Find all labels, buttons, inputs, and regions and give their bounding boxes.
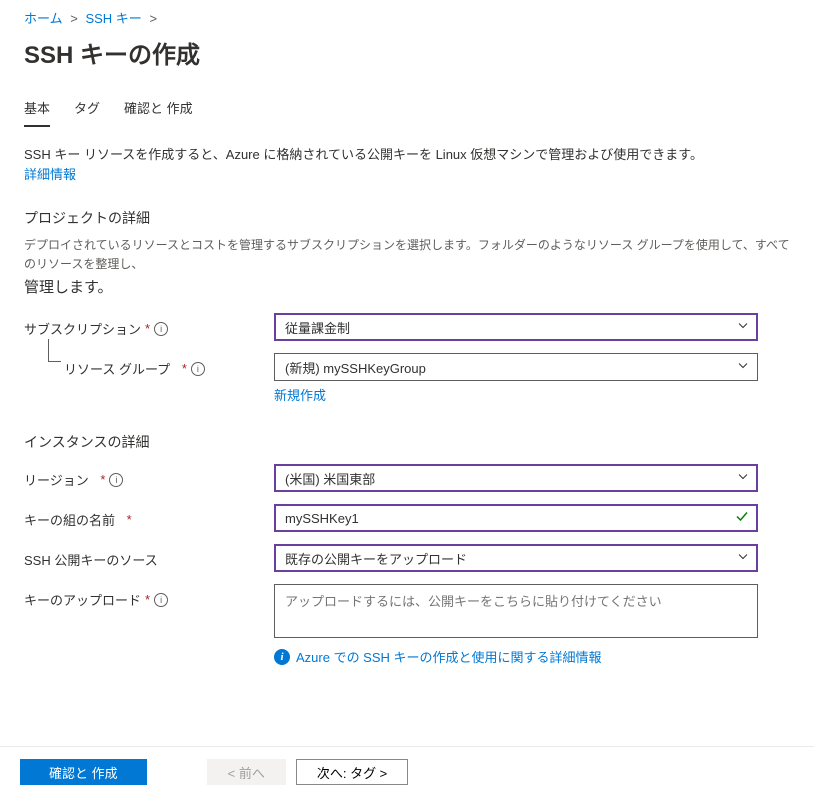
key-source-select[interactable]: 既存の公開キーをアップロード xyxy=(274,544,758,572)
instance-details-header: インスタンスの詳細 xyxy=(24,432,790,452)
chevron-down-icon xyxy=(737,320,749,335)
info-icon[interactable]: i xyxy=(154,322,168,336)
chevron-down-icon xyxy=(737,551,749,566)
tab-basic[interactable]: 基本 xyxy=(24,90,50,127)
resource-group-select[interactable]: (新規) mySSHKeyGroup xyxy=(274,353,758,381)
tabs: 基本 タグ 確認と 作成 xyxy=(0,90,814,127)
key-upload-label: キーのアップロード* i xyxy=(24,584,274,609)
subscription-label: サブスクリプション* i xyxy=(24,313,274,338)
breadcrumb-home[interactable]: ホーム xyxy=(24,11,63,26)
key-upload-textarea[interactable] xyxy=(274,584,758,638)
ssh-info-link[interactable]: Azure での SSH キーの作成と使用に関する詳細情報 xyxy=(296,647,602,666)
info-icon[interactable]: i xyxy=(191,362,205,376)
info-icon[interactable]: i xyxy=(154,593,168,607)
project-details-header: プロジェクトの詳細 xyxy=(24,208,790,228)
review-create-button[interactable]: 確認と 作成 xyxy=(20,759,147,785)
chevron-down-icon xyxy=(737,360,749,375)
next-button[interactable]: 次へ: タグ > xyxy=(296,759,408,785)
tab-review[interactable]: 確認と 作成 xyxy=(124,90,193,127)
create-new-link[interactable]: 新規作成 xyxy=(274,388,326,403)
subscription-select[interactable]: 従量課金制 xyxy=(274,313,758,341)
breadcrumb-separator: > xyxy=(149,11,157,26)
keypair-name-input[interactable]: mySSHKey1 xyxy=(274,504,758,532)
project-details-desc: デプロイされているリソースとコストを管理するサブスクリプションを選択します。フォ… xyxy=(24,236,790,274)
footer-bar: 確認と 作成 < 前へ 次へ: タグ > xyxy=(0,746,814,797)
keypair-name-label: キーの組の名前 * xyxy=(24,504,274,529)
breadcrumb-separator: > xyxy=(70,11,78,26)
info-badge-icon: i xyxy=(274,649,290,665)
prev-button: < 前へ xyxy=(207,759,286,785)
project-details-desc2: 管理します。 xyxy=(24,276,790,297)
check-icon xyxy=(735,510,749,527)
page-title: SSH キーの作成 xyxy=(0,31,814,90)
intro-text: SSH キー リソースを作成すると、Azure に格納されている公開キーを Li… xyxy=(24,145,790,184)
info-icon[interactable]: i xyxy=(109,473,123,487)
resource-group-label: リソース グループ * i xyxy=(24,353,274,378)
breadcrumb-sshkey[interactable]: SSH キー xyxy=(85,11,141,26)
region-select[interactable]: (米国) 米国東部 xyxy=(274,464,758,492)
chevron-down-icon xyxy=(737,471,749,486)
learn-more-link[interactable]: 詳細情報 xyxy=(24,167,76,182)
breadcrumb: ホーム > SSH キー > xyxy=(0,0,814,31)
tab-tag[interactable]: タグ xyxy=(74,90,100,127)
key-source-label: SSH 公開キーのソース xyxy=(24,544,274,569)
region-label: リージョン * i xyxy=(24,464,274,489)
